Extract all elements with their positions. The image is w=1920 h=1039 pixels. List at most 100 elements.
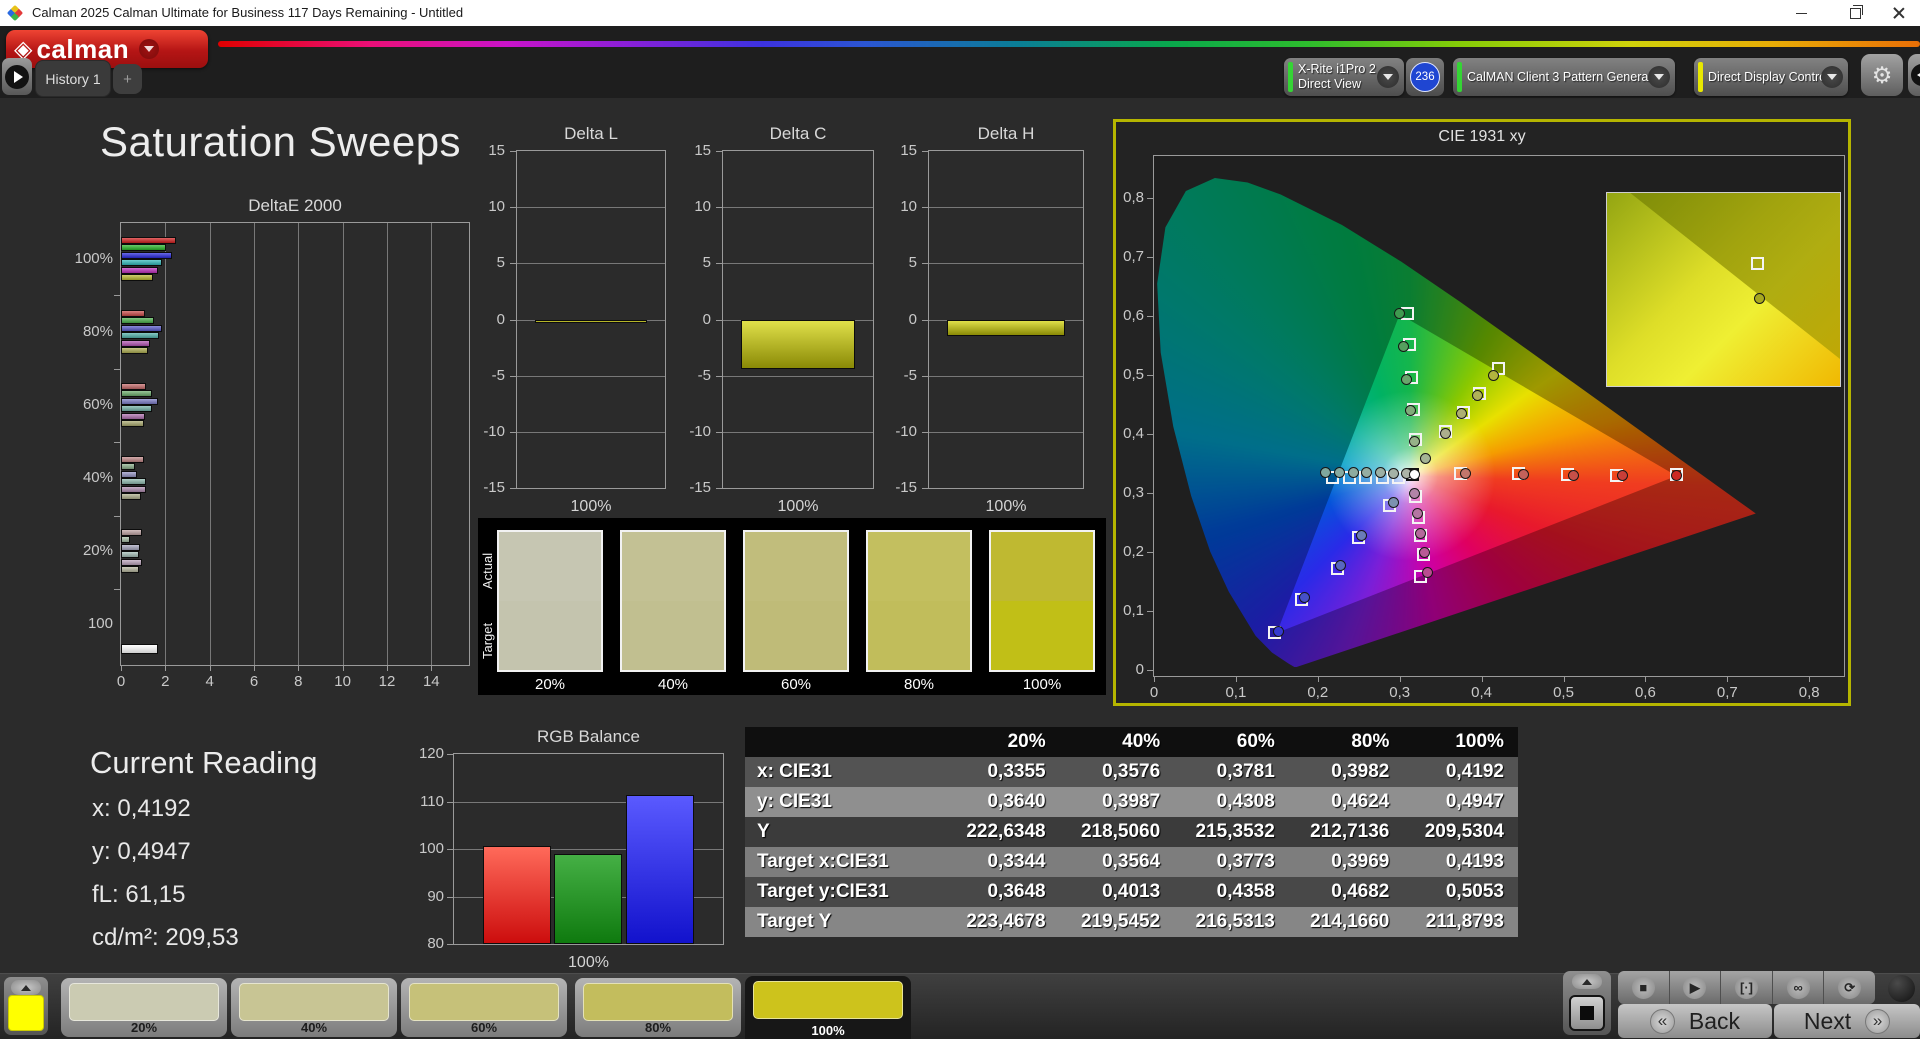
play-button[interactable]: ▶ xyxy=(1670,971,1722,1004)
display-control-dropdown[interactable]: Direct Display Control xyxy=(1694,58,1848,96)
actual-color xyxy=(868,532,970,601)
grid-line xyxy=(517,432,665,433)
table-row-label: Target Y xyxy=(745,907,945,937)
pattern-button-swatch xyxy=(583,983,733,1021)
y-tick-label: -10 xyxy=(473,423,505,440)
table-cell: 214,1660 xyxy=(1289,907,1404,937)
collapse-panel-button[interactable] xyxy=(1908,54,1920,96)
cie-measurement-point xyxy=(1422,567,1433,578)
delta-c-title: Delta C xyxy=(683,124,913,144)
meter-status-bar xyxy=(1288,62,1293,92)
infinity-button[interactable]: ∞ xyxy=(1773,971,1825,1004)
pattern-button-100%[interactable]: 100% xyxy=(745,976,911,1039)
close-button[interactable] xyxy=(1876,0,1920,26)
delta-h-chart: Delta H 100% 151050-5-10-15 xyxy=(928,150,1084,489)
delta-c-chart: Delta C 100% 151050-5-10-15 xyxy=(722,150,874,489)
pattern-button-60%[interactable]: 60% xyxy=(401,978,567,1037)
table-cell: 0,4947 xyxy=(1403,787,1518,817)
tray-expand-button[interactable] xyxy=(11,980,41,995)
table-cell: 0,3344 xyxy=(945,847,1060,877)
infinity-icon: ∞ xyxy=(1787,976,1810,999)
table-cell: 0,4358 xyxy=(1174,877,1289,907)
actual-color xyxy=(622,532,724,601)
pattern-generator-dropdown[interactable]: CalMAN Client 3 Pattern Generator xyxy=(1453,58,1675,96)
page-title: Saturation Sweeps xyxy=(100,118,461,166)
current-reading-fl: fL: 61,15 xyxy=(92,881,185,909)
grid-line xyxy=(929,263,1083,264)
axis-tick xyxy=(510,207,517,208)
y-tick-label: -5 xyxy=(885,367,917,384)
minimize-button[interactable] xyxy=(1778,0,1824,26)
x-tick-label: 0,7 xyxy=(1711,684,1743,701)
pattern-button-40%[interactable]: 40% xyxy=(231,978,397,1037)
deltae-bar xyxy=(121,544,140,551)
axis-tick xyxy=(1147,670,1154,671)
y-tick-label: -15 xyxy=(679,479,711,496)
back-button-label: Back xyxy=(1689,1008,1740,1035)
y-tick-label: 10 xyxy=(885,198,917,215)
settings-button[interactable]: ⚙ xyxy=(1861,54,1903,96)
tab-history-1[interactable]: History 1 xyxy=(35,60,111,97)
next-button-label: Next xyxy=(1804,1008,1851,1035)
active-pattern-swatch[interactable] xyxy=(8,995,44,1031)
close-icon xyxy=(1893,7,1905,19)
plus-icon: + xyxy=(123,71,132,88)
target-row-label: Target xyxy=(480,606,496,676)
y-tick-label: -5 xyxy=(679,367,711,384)
new-tab-button[interactable]: + xyxy=(113,64,142,94)
axis-tick xyxy=(447,944,454,945)
meter-badge-button[interactable]: 236 xyxy=(1406,58,1444,96)
grid-line xyxy=(723,432,873,433)
refresh-button[interactable]: ⟳ xyxy=(1824,971,1875,1004)
table-header-cell xyxy=(745,727,945,757)
deltae-group-label: 20% xyxy=(61,542,113,559)
axis-tick xyxy=(447,754,454,755)
meter-dropdown[interactable]: X-Rite i1Pro 2 Direct View xyxy=(1284,58,1404,96)
table-cell: 0,3781 xyxy=(1174,757,1289,787)
rgb-bar-green xyxy=(554,854,622,944)
next-button[interactable]: Next » xyxy=(1774,1004,1920,1038)
axis-tick xyxy=(922,376,929,377)
deltae-bar xyxy=(121,390,152,397)
pattern-button-80%[interactable]: 80% xyxy=(575,978,741,1037)
delta-h-xlabel: 100% xyxy=(929,498,1083,516)
table-cell: 223,4678 xyxy=(945,907,1060,937)
axis-tick xyxy=(447,849,454,850)
axis-tick xyxy=(1645,676,1646,682)
tab-scroll-button[interactable] xyxy=(2,58,32,95)
pattern-button-20%[interactable]: 20% xyxy=(61,978,227,1037)
deltae-group-label: 80% xyxy=(61,323,113,340)
grid-line xyxy=(254,223,255,665)
table-header-cell: 20% xyxy=(945,727,1060,757)
current-reading-y: y: 0,4947 xyxy=(92,838,191,866)
current-reading-title: Current Reading xyxy=(90,745,317,781)
grid-line xyxy=(431,223,432,665)
back-button[interactable]: « Back xyxy=(1618,1004,1772,1038)
axis-tick xyxy=(1147,257,1154,258)
axis-tick xyxy=(1809,676,1810,682)
table-cell: 209,5304 xyxy=(1403,817,1518,847)
display-control-status-bar xyxy=(1698,62,1703,92)
stop-pattern-button[interactable] xyxy=(1569,995,1605,1031)
y-tick-label: 120 xyxy=(412,745,444,762)
cie-measurement-point xyxy=(1412,508,1423,519)
cie-chart-title: CIE 1931 xy xyxy=(1116,128,1848,146)
rgb-bar-blue xyxy=(626,795,694,944)
stop-button[interactable]: ■ xyxy=(1618,971,1670,1004)
deltae-bar xyxy=(121,244,166,251)
marker-button[interactable]: [·] xyxy=(1721,971,1773,1004)
y-tick-label: 0 xyxy=(473,311,505,328)
x-tick-label: 0,4 xyxy=(1466,684,1498,701)
chevron-up-icon xyxy=(21,985,31,991)
x-tick-label: 2 xyxy=(153,673,177,690)
pattern-button-swatch xyxy=(409,983,559,1021)
playback-expand-button[interactable] xyxy=(1572,974,1602,989)
deltae-bar xyxy=(121,420,144,427)
restore-button[interactable] xyxy=(1832,0,1878,26)
grid-line xyxy=(517,376,665,377)
actual-color xyxy=(991,532,1093,601)
cie-measurement-point xyxy=(1401,374,1412,385)
axis-tick xyxy=(114,369,121,370)
deltae-bar xyxy=(121,566,139,573)
title-bar: Calman 2025 Calman Ultimate for Business… xyxy=(0,0,1920,26)
